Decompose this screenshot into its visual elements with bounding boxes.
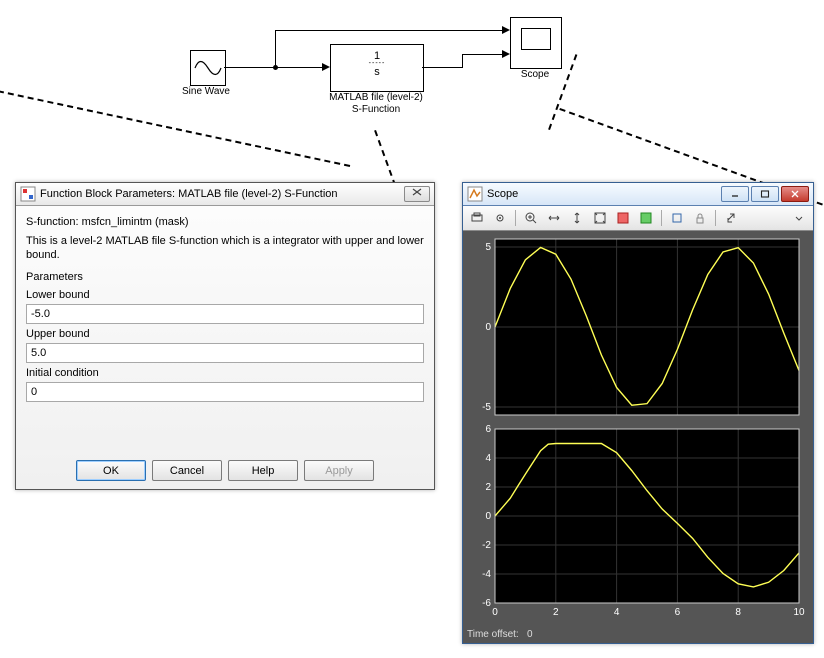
gear-icon[interactable] xyxy=(490,208,510,228)
print-icon[interactable] xyxy=(467,208,487,228)
dialog-sfunction-name: S-function: msfcn_limintm (mask) xyxy=(26,216,424,228)
signal-branch-node xyxy=(273,65,278,70)
input-lower-bound[interactable] xyxy=(26,304,424,324)
svg-text:-4: -4 xyxy=(482,569,491,580)
zoom-x-icon[interactable] xyxy=(544,208,564,228)
apply-button[interactable]: Apply xyxy=(304,460,374,481)
svg-text:6: 6 xyxy=(485,424,491,435)
float-icon[interactable] xyxy=(667,208,687,228)
svg-text:0: 0 xyxy=(485,511,491,522)
dialog-description: This is a level-2 MATLAB file S-function… xyxy=(26,234,424,263)
svg-text:10: 10 xyxy=(793,607,805,618)
cancel-button[interactable]: Cancel xyxy=(152,460,222,481)
svg-text:4: 4 xyxy=(614,607,620,618)
scope-toolbar xyxy=(463,206,813,231)
time-offset-label: Time offset: xyxy=(467,629,519,640)
save-config-icon[interactable] xyxy=(613,208,633,228)
label-upper-bound: Upper bound xyxy=(26,328,424,340)
label-lower-bound: Lower bound xyxy=(26,289,424,301)
maximize-button[interactable] xyxy=(751,186,779,202)
toolbar-dropdown-icon[interactable] xyxy=(789,208,809,228)
time-offset-value: 0 xyxy=(527,629,533,640)
ok-button[interactable]: OK xyxy=(76,460,146,481)
block-scope[interactable] xyxy=(510,17,562,69)
block-scope-label: Scope xyxy=(510,69,560,80)
scope-axes-1[interactable]: -5 0 5 xyxy=(467,231,809,421)
dialog-close-button[interactable] xyxy=(404,186,430,202)
input-upper-bound[interactable] xyxy=(26,343,424,363)
block-sine-wave[interactable] xyxy=(190,50,226,86)
callout-line-sfunc-left xyxy=(0,88,350,167)
svg-text:4: 4 xyxy=(485,453,491,464)
autoscale-icon[interactable] xyxy=(590,208,610,228)
svg-text:6: 6 xyxy=(675,607,681,618)
dialog-function-block-parameters: Function Block Parameters: MATLAB file (… xyxy=(15,182,435,490)
svg-text:-2: -2 xyxy=(482,540,491,551)
sfunc-denominator: s xyxy=(331,66,423,78)
svg-text:0: 0 xyxy=(485,322,491,333)
scope-axes-2[interactable]: -6 -4 -2 0 2 4 6 0 2 4 6 8 10 xyxy=(467,421,809,621)
zoom-in-icon[interactable] xyxy=(521,208,541,228)
block-sfunction-label2: S-Function xyxy=(320,104,432,115)
svg-text:-5: -5 xyxy=(482,402,491,413)
dialog-title: Function Block Parameters: MATLAB file (… xyxy=(40,188,404,200)
lock-icon[interactable] xyxy=(690,208,710,228)
window-scope: Scope -5 0 5 -6 -4 -2 0 2 4 6 0 2 4 6 8 10 Time offset… xyxy=(462,182,814,644)
svg-text:2: 2 xyxy=(553,607,559,618)
simulink-icon xyxy=(20,186,36,202)
svg-text:2: 2 xyxy=(485,482,491,493)
close-button[interactable] xyxy=(781,186,809,202)
svg-text:0: 0 xyxy=(492,607,498,618)
label-initial-condition: Initial condition xyxy=(26,367,424,379)
help-button[interactable]: Help xyxy=(228,460,298,481)
input-initial-condition[interactable] xyxy=(26,382,424,402)
block-sine-wave-label: Sine Wave xyxy=(176,86,236,97)
svg-text:5: 5 xyxy=(485,242,491,253)
dialog-parameters-section-label: Parameters xyxy=(26,271,424,283)
zoom-y-icon[interactable] xyxy=(567,208,587,228)
svg-text:-6: -6 xyxy=(482,598,491,609)
sync-icon[interactable] xyxy=(721,208,741,228)
svg-text:8: 8 xyxy=(735,607,741,618)
minimize-button[interactable] xyxy=(721,186,749,202)
restore-config-icon[interactable] xyxy=(636,208,656,228)
block-sfunction[interactable]: 1 ----- s xyxy=(330,44,424,92)
block-sfunction-label1: MATLAB file (level-2) xyxy=(320,92,432,103)
matlab-icon xyxy=(467,186,483,202)
scope-window-title: Scope xyxy=(487,188,719,200)
